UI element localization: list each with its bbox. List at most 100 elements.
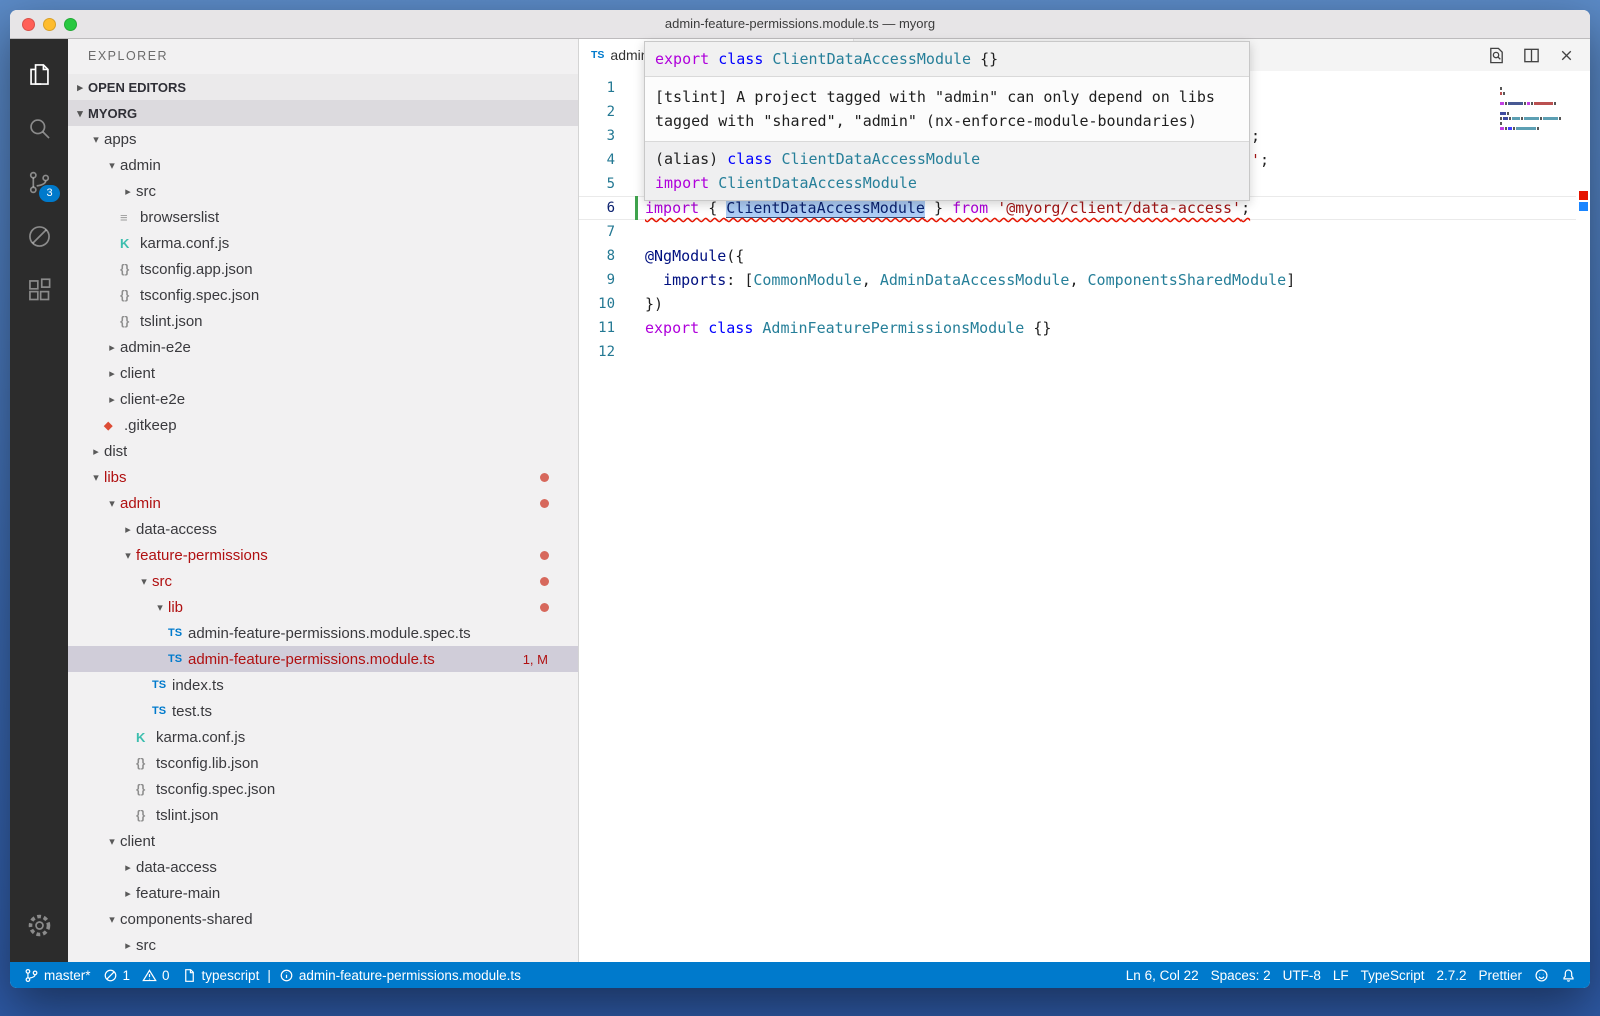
overview-ruler[interactable] xyxy=(1576,71,1590,962)
tree-folder-feature-permissions[interactable]: ▾feature-permissions xyxy=(68,542,578,568)
tree-folder-client[interactable]: ▾client xyxy=(68,828,578,854)
status-formatter[interactable]: Prettier xyxy=(1472,962,1528,988)
open-editors-header[interactable]: ▸ OPEN EDITORS xyxy=(68,74,578,100)
tree-folder-src[interactable]: ▸src xyxy=(68,178,578,204)
line-number[interactable]: 12 xyxy=(579,340,615,364)
line-number[interactable]: 11 xyxy=(579,316,615,340)
status-tslint-language[interactable]: typescript xyxy=(176,962,266,988)
status-branch[interactable]: master* xyxy=(18,962,97,988)
source-control-icon[interactable]: 3 xyxy=(10,155,68,209)
tree-file-tslint.json[interactable]: {}tslint.json xyxy=(68,308,578,334)
minimap[interactable] xyxy=(1500,77,1572,137)
code-line-7[interactable]: 7 xyxy=(579,220,1590,244)
modified-dot xyxy=(540,551,549,560)
tree-file-.gitkeep[interactable]: ◆.gitkeep xyxy=(68,412,578,438)
settings-gear-icon[interactable] xyxy=(10,898,68,952)
minimap-line xyxy=(1500,107,1572,110)
tree-file-tsconfig.spec.json[interactable]: {}tsconfig.spec.json xyxy=(68,776,578,802)
tree-folder-src[interactable]: ▸src xyxy=(68,932,578,958)
tree-item-label: test.ts xyxy=(172,703,212,720)
tree-file-admin-feature-permissions.module.spec.ts[interactable]: TSadmin-feature-permissions.module.spec.… xyxy=(68,620,578,646)
tree-file-index.ts[interactable]: TSindex.ts xyxy=(68,672,578,698)
line-number[interactable]: 3 xyxy=(579,124,615,148)
status-eol[interactable]: LF xyxy=(1327,962,1355,988)
code-token: ClientDataAccessModule xyxy=(718,174,917,192)
code-area[interactable]: 123;4';56import { ClientDataAccessModule… xyxy=(579,71,1590,962)
code-line-9[interactable]: 9 imports: [CommonModule, AdminDataAcces… xyxy=(579,268,1590,292)
tree-file-tslint.json[interactable]: {}tslint.json xyxy=(68,802,578,828)
tree-item-label: admin-feature-permissions.module.spec.ts xyxy=(188,625,471,642)
tree-file-tsconfig.app.json[interactable]: {}tsconfig.app.json xyxy=(68,256,578,282)
search-icon[interactable] xyxy=(10,101,68,155)
chevron-down-icon: ▾ xyxy=(104,835,120,848)
tree-folder-dist[interactable]: ▸dist xyxy=(68,438,578,464)
status-feedback[interactable] xyxy=(1528,962,1555,988)
extensions-icon[interactable] xyxy=(10,263,68,317)
line-number[interactable]: 10 xyxy=(579,292,615,316)
tree-folder-libs[interactable]: ▾libs xyxy=(68,464,578,490)
minimize-window-button[interactable] xyxy=(43,18,56,31)
tree-file-test.ts[interactable]: TStest.ts xyxy=(68,698,578,724)
status-notifications[interactable] xyxy=(1555,962,1582,988)
code-line-10[interactable]: 10}) xyxy=(579,292,1590,316)
gutter xyxy=(615,244,645,268)
line-number[interactable]: 6 xyxy=(579,196,615,220)
line-number[interactable]: 9 xyxy=(579,268,615,292)
close-icon[interactable] xyxy=(1557,46,1576,65)
status-active-file[interactable]: admin-feature-permissions.module.ts xyxy=(273,962,527,988)
tree-folder-admin[interactable]: ▾admin xyxy=(68,152,578,178)
code-line-8[interactable]: 8@NgModule({ xyxy=(579,244,1590,268)
open-changes-icon[interactable] xyxy=(1487,46,1506,65)
code-line-11[interactable]: 11export class AdminFeaturePermissionsMo… xyxy=(579,316,1590,340)
code-line-12[interactable]: 12 xyxy=(579,340,1590,364)
minimap-line xyxy=(1500,117,1572,120)
tree-folder-client-e2e[interactable]: ▸client-e2e xyxy=(68,386,578,412)
tree-folder-src[interactable]: ▾src xyxy=(68,568,578,594)
status-encoding[interactable]: UTF-8 xyxy=(1277,962,1327,988)
line-number[interactable]: 4 xyxy=(579,148,615,172)
zoom-window-button[interactable] xyxy=(64,18,77,31)
tree-folder-data-access[interactable]: ▸data-access xyxy=(68,516,578,542)
close-window-button[interactable] xyxy=(22,18,35,31)
tree-file-tsconfig.lib.json[interactable]: {}tsconfig.lib.json xyxy=(68,750,578,776)
debug-icon[interactable] xyxy=(10,209,68,263)
chevron-down-icon: ▾ xyxy=(152,601,168,614)
status-ts-version[interactable]: 2.7.2 xyxy=(1430,962,1472,988)
tree-file-browserslist[interactable]: ≡browserslist xyxy=(68,204,578,230)
tree-file-tsconfig.spec.json[interactable]: {}tsconfig.spec.json xyxy=(68,282,578,308)
line-number[interactable]: 1 xyxy=(579,76,615,100)
code-token: ' xyxy=(1251,151,1260,169)
tree-folder-data-access[interactable]: ▸data-access xyxy=(68,854,578,880)
split-editor-icon[interactable] xyxy=(1522,46,1541,65)
gutter xyxy=(615,220,645,244)
tree-folder-admin-e2e[interactable]: ▸admin-e2e xyxy=(68,334,578,360)
minimap-token xyxy=(1524,102,1526,105)
tree-folder-client[interactable]: ▸client xyxy=(68,360,578,386)
status-cursor-position[interactable]: Ln 6, Col 22 xyxy=(1120,962,1205,988)
code-token: ; xyxy=(1260,151,1269,169)
explorer-icon[interactable] xyxy=(10,47,68,101)
line-number[interactable]: 7 xyxy=(579,220,615,244)
tree-folder-apps[interactable]: ▾apps xyxy=(68,126,578,152)
status-errors[interactable]: 1 xyxy=(97,962,137,988)
status-indentation[interactable]: Spaces: 2 xyxy=(1205,962,1277,988)
tree-folder-components-shared[interactable]: ▾components-shared xyxy=(68,906,578,932)
status-warnings[interactable]: 0 xyxy=(136,962,176,988)
tree-folder-admin[interactable]: ▾admin xyxy=(68,490,578,516)
tree-folder-feature-main[interactable]: ▸feature-main xyxy=(68,880,578,906)
line-number[interactable]: 8 xyxy=(579,244,615,268)
minimap-token xyxy=(1500,117,1502,120)
tree-folder-lib[interactable]: ▾lib xyxy=(68,594,578,620)
workspace-header[interactable]: ▾ MYORG xyxy=(68,100,578,126)
chevron-right-icon: ▸ xyxy=(120,185,136,198)
line-number[interactable]: 2 xyxy=(579,100,615,124)
braces-file-icon: {} xyxy=(136,808,156,822)
tree-file-karma.conf.js[interactable]: Kkarma.conf.js xyxy=(68,230,578,256)
tree-file-admin-feature-permissions.module.ts[interactable]: TSadmin-feature-permissions.module.ts1, … xyxy=(68,646,578,672)
minimap-line xyxy=(1500,132,1572,135)
status-language[interactable]: TypeScript xyxy=(1355,962,1431,988)
ts-file-icon: TS xyxy=(168,627,188,639)
symbol-link[interactable]: ClientDataAccessModule xyxy=(726,199,925,218)
tree-file-karma.conf.js[interactable]: Kkarma.conf.js xyxy=(68,724,578,750)
line-number[interactable]: 5 xyxy=(579,172,615,196)
